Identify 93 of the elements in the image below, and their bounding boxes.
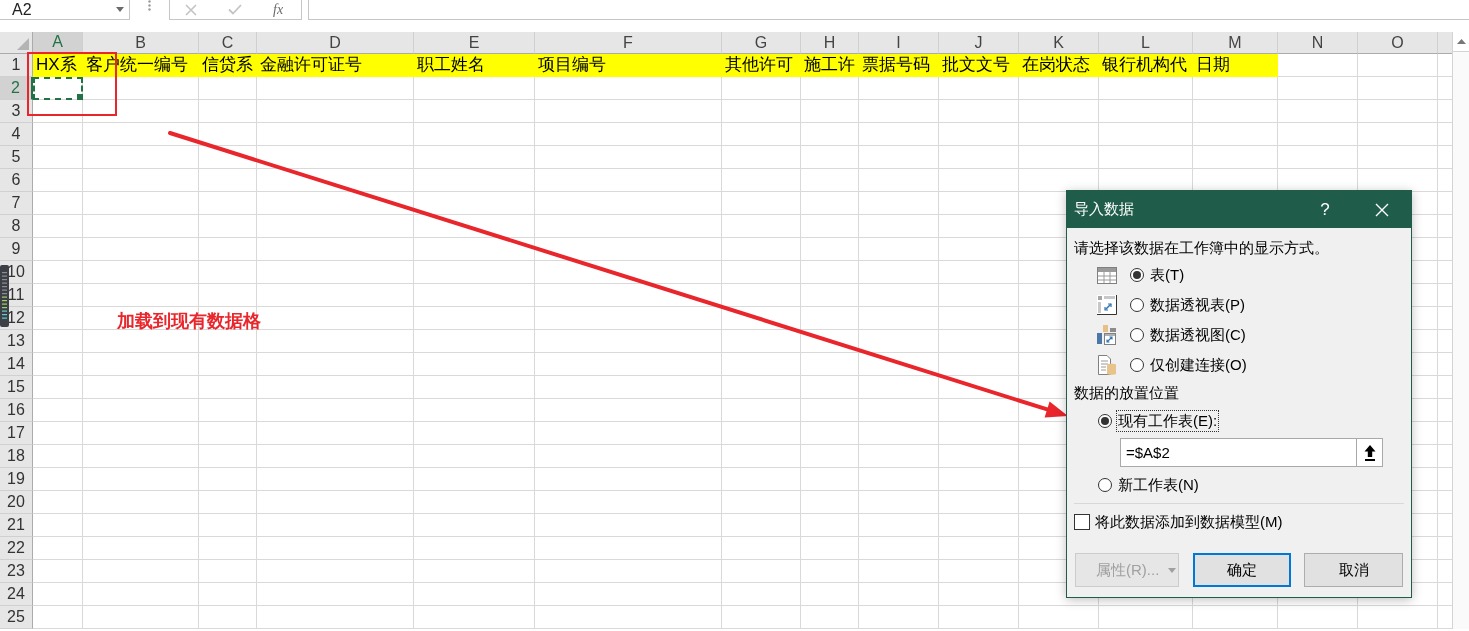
row-header[interactable]: 6 <box>0 169 33 192</box>
row-header[interactable]: 2 <box>0 77 33 100</box>
column-header[interactable]: G <box>722 32 801 54</box>
spreadsheet-cell: HX系 <box>33 54 83 77</box>
row-header[interactable]: 22 <box>0 537 33 560</box>
spreadsheet-cell: 金融许可证号 <box>257 54 414 77</box>
help-button[interactable]: ? <box>1310 194 1340 225</box>
column-header[interactable]: D <box>257 32 414 54</box>
cancel-icon <box>185 3 197 16</box>
column-header[interactable]: I <box>859 32 939 54</box>
row-header[interactable]: 20 <box>0 491 33 514</box>
radio-label[interactable]: 新工作表(N) <box>1117 475 1200 495</box>
radio-label[interactable]: 数据透视图(C) <box>1150 323 1246 347</box>
formula-input[interactable] <box>308 0 1469 20</box>
table-icon <box>1097 266 1117 284</box>
cancel-button[interactable]: 取消 <box>1304 553 1403 587</box>
row-header[interactable]: 15 <box>0 376 33 399</box>
radio-label[interactable]: 现有工作表(E): <box>1117 411 1219 431</box>
column-header[interactable]: H <box>801 32 859 54</box>
column-header[interactable]: O <box>1358 32 1438 54</box>
row-header[interactable]: 23 <box>0 560 33 583</box>
spreadsheet-cell: 项目编号 <box>535 54 722 77</box>
spreadsheet-cell: 银行机构代 <box>1099 54 1193 77</box>
triangle-icon <box>17 38 29 50</box>
spreadsheet-cell: 票据号码 <box>859 54 939 77</box>
row-header[interactable]: 9 <box>0 238 33 261</box>
row-header[interactable]: 17 <box>0 422 33 445</box>
column-header[interactable]: E <box>414 32 535 54</box>
close-icon <box>1375 202 1389 217</box>
radio-button[interactable] <box>1098 478 1112 492</box>
row-header[interactable]: 1 <box>0 54 33 77</box>
column-header[interactable]: A <box>33 32 83 54</box>
column-header[interactable]: B <box>83 32 199 54</box>
row-header[interactable]: 8 <box>0 215 33 238</box>
column-header[interactable]: L <box>1099 32 1193 54</box>
row-header[interactable]: 19 <box>0 468 33 491</box>
column-header[interactable]: J <box>939 32 1019 54</box>
spreadsheet-cell: 批文文号 <box>939 54 1019 77</box>
radio-button[interactable] <box>1130 328 1144 342</box>
document-icon <box>1097 355 1117 375</box>
radio-button[interactable] <box>1130 298 1144 312</box>
range-select-button[interactable] <box>1357 438 1383 467</box>
dialog-title: 导入数据 <box>1074 199 1135 220</box>
row-header[interactable]: 25 <box>0 606 33 629</box>
radio-label[interactable]: 数据透视表(P) <box>1150 293 1245 317</box>
row-header[interactable]: 21 <box>0 514 33 537</box>
insert-function-button[interactable]: fx <box>273 0 284 19</box>
pivot-table-icon <box>1097 295 1117 315</box>
column-header[interactable]: M <box>1193 32 1278 54</box>
row-header[interactable]: 14 <box>0 353 33 376</box>
radio-label[interactable]: 表(T) <box>1150 263 1185 287</box>
spreadsheet-cell: 日期 <box>1193 54 1278 77</box>
column-header[interactable]: K <box>1019 32 1099 54</box>
row-header[interactable]: 7 <box>0 192 33 215</box>
row-header[interactable]: 3 <box>0 100 33 123</box>
radio-button[interactable] <box>1130 358 1144 372</box>
checkbox-label[interactable]: 将此数据添加到数据模型(M) <box>1095 510 1283 534</box>
caret-icon <box>1168 567 1177 573</box>
selection-marquee <box>33 77 83 100</box>
floating-dock-menu[interactable] <box>0 265 9 327</box>
radio-label[interactable]: 仅创建连接(O) <box>1150 353 1247 377</box>
spreadsheet-cell: 职工姓名 <box>414 54 535 77</box>
spreadsheet-cell: 信贷系 <box>199 54 257 77</box>
ok-button[interactable]: 确定 <box>1192 553 1291 587</box>
caret-icon <box>116 7 124 12</box>
up-arrow-icon <box>1456 39 1466 44</box>
annotation-text: 加载到现有数据格 <box>117 310 261 333</box>
display-prompt: 请选择该数据在工作簿中的显示方式。 <box>1073 239 1330 258</box>
spreadsheet-cell: 在岗状态 <box>1019 54 1099 77</box>
vertical-scrollbar[interactable] <box>1452 32 1469 629</box>
column-header[interactable]: F <box>535 32 722 54</box>
row-header[interactable]: 24 <box>0 583 33 606</box>
row-header[interactable]: 13 <box>0 330 33 353</box>
column-header[interactable]: C <box>199 32 257 54</box>
scroll-up-button[interactable] <box>1453 32 1469 52</box>
spreadsheet-cell: 其他许可 <box>722 54 801 77</box>
row-header[interactable]: 18 <box>0 445 33 468</box>
column-header[interactable]: N <box>1278 32 1358 54</box>
placement-heading: 数据的放置位置 <box>1073 384 1180 403</box>
radio-button[interactable] <box>1098 414 1112 428</box>
location-input[interactable]: =$A$2 <box>1120 438 1357 467</box>
row-header[interactable]: 16 <box>0 399 33 422</box>
drag-handle-icon[interactable] <box>148 0 151 11</box>
level-meter-icon <box>2 271 7 321</box>
radio-button[interactable] <box>1130 268 1144 282</box>
row-header[interactable]: 5 <box>0 146 33 169</box>
name-box[interactable]: A2 <box>0 0 130 20</box>
check-icon <box>228 4 242 15</box>
spreadsheet-cell: 施工许 <box>801 54 859 77</box>
checkbox[interactable] <box>1074 514 1090 530</box>
chart-table-icon <box>1097 325 1117 345</box>
row-header[interactable]: 4 <box>0 123 33 146</box>
upload-arrow-icon <box>1363 444 1376 461</box>
